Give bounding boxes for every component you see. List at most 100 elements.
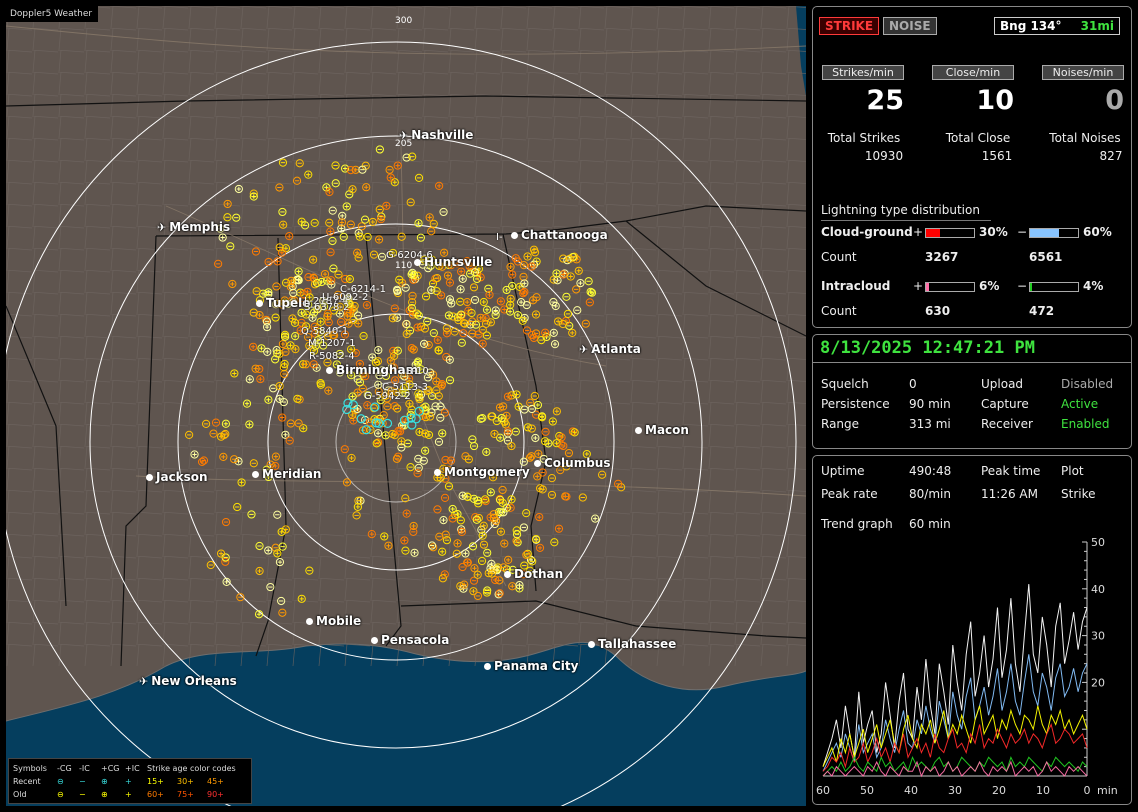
ring-label-110: 110 bbox=[395, 261, 413, 271]
city-columbus: Columbus bbox=[534, 456, 611, 470]
persistence-label: Persistence bbox=[821, 397, 890, 411]
city-dot-icon bbox=[146, 474, 153, 481]
peak-time-value: 11:26 AM bbox=[981, 487, 1038, 501]
city-panama-city: Panama City bbox=[484, 659, 578, 673]
storm-cell-label: M-1207-1 bbox=[308, 338, 356, 349]
city-memphis: ✈ Memphis bbox=[157, 220, 230, 234]
old-pos-ic-icon: + bbox=[125, 790, 132, 799]
city-dot-icon bbox=[434, 469, 441, 476]
strikes-per-min-value: 25 bbox=[866, 85, 904, 116]
x-axis-label: min bbox=[1097, 784, 1118, 797]
city-name: Columbus bbox=[544, 456, 611, 470]
age-60: 60+ bbox=[147, 790, 164, 799]
storm-cell-label: I- bbox=[496, 232, 503, 243]
x-tick-label: 10 bbox=[1036, 784, 1050, 797]
y-tick-label: 40 bbox=[1091, 583, 1105, 596]
lightning-map[interactable]: Doppler5 Weather 300 205 110 ✈ Nashville ✈… bbox=[6, 6, 806, 806]
distribution-title: Lightning type distribution bbox=[821, 203, 980, 217]
cg-neg-pct: 60% bbox=[1083, 225, 1112, 239]
airport-icon: ✈ bbox=[139, 675, 149, 688]
city-name: Nashville bbox=[411, 128, 474, 142]
noise-tag[interactable]: NOISE bbox=[883, 17, 937, 35]
city-dot-icon bbox=[635, 427, 642, 434]
cg-neg-bar-fill bbox=[1030, 229, 1059, 237]
y-tick-label: 30 bbox=[1091, 630, 1105, 643]
strikes-per-min-header: Strikes/min bbox=[822, 65, 904, 80]
trend-panel: Uptime 490:48 Peak time Plot Peak rate 8… bbox=[812, 455, 1132, 805]
airport-icon: ✈ bbox=[157, 221, 167, 234]
total-strikes-label: Total Strikes bbox=[827, 131, 901, 145]
squelch-value: 0 bbox=[909, 377, 917, 391]
total-noises-value: 827 bbox=[1099, 149, 1123, 163]
cg-minus: − bbox=[1017, 225, 1028, 239]
city-name: Jackson bbox=[156, 470, 208, 484]
close-per-min-header: Close/min bbox=[932, 65, 1014, 80]
capture-value: Active bbox=[1061, 397, 1099, 411]
strike-tag[interactable]: STRIKE bbox=[819, 17, 880, 35]
noises-per-min-value: 0 bbox=[1105, 85, 1124, 116]
city-name: Pensacola bbox=[381, 633, 450, 647]
legend-recent-label: Recent bbox=[13, 777, 41, 786]
recent-neg-cg-icon: ⊖ bbox=[57, 777, 64, 786]
squelch-label: Squelch bbox=[821, 377, 869, 391]
storm-cell-label: R-5082-4 bbox=[309, 351, 355, 362]
city-meridian: Meridian bbox=[252, 467, 321, 481]
ic-minus: − bbox=[1017, 279, 1028, 293]
cg-label: Cloud-ground bbox=[821, 225, 913, 239]
city-jackson: Jackson bbox=[146, 470, 208, 484]
receiver-label: Receiver bbox=[981, 417, 1033, 431]
recent-pos-ic-icon: + bbox=[125, 777, 132, 786]
age-15: 15+ bbox=[147, 777, 164, 786]
distance-value: 31mi bbox=[1080, 19, 1114, 33]
city-dot-icon bbox=[306, 618, 313, 625]
peak-rate-value: 80/min bbox=[909, 487, 951, 501]
trend-series-line-1 bbox=[822, 654, 1088, 772]
total-close-label: Total Close bbox=[945, 131, 1011, 145]
city-name: Panama City bbox=[494, 659, 579, 673]
trend-series-line-4 bbox=[822, 755, 1088, 777]
upload-value: Disabled bbox=[1061, 377, 1114, 391]
city-tupelo: Tupelo bbox=[256, 296, 311, 310]
plot-value[interactable]: Strike bbox=[1061, 487, 1096, 501]
city-dot-icon bbox=[504, 571, 511, 578]
age-90: 90+ bbox=[207, 790, 224, 799]
storm-cell-label: Q-5840-1 bbox=[301, 326, 349, 337]
system-status-panel: 8/13/2025 12:47:21 PM Squelch 0 Upload D… bbox=[812, 334, 1132, 449]
city-dot-icon bbox=[534, 460, 541, 467]
city-name: Memphis bbox=[169, 220, 231, 234]
y-tick-label: 20 bbox=[1091, 676, 1105, 689]
city-dothan: Dothan bbox=[504, 567, 563, 581]
city-name: Mobile bbox=[316, 614, 362, 628]
peak-time-label: Peak time bbox=[981, 464, 1041, 478]
x-tick-label: 20 bbox=[992, 784, 1006, 797]
uptime-label: Uptime bbox=[821, 464, 865, 478]
ic-neg-bar bbox=[1029, 282, 1079, 292]
city-name: Chattanooga bbox=[521, 228, 608, 242]
cg-pos-count: 3267 bbox=[925, 250, 959, 264]
symbol-legend: Symbols -CG -IC +CG +IC Strike age color… bbox=[8, 758, 252, 804]
city-nashville: ✈ Nashville bbox=[399, 128, 473, 142]
trend-graph-value[interactable]: 60 min bbox=[909, 517, 951, 531]
age-45: 45+ bbox=[207, 777, 224, 786]
x-tick-label: 50 bbox=[860, 784, 874, 797]
city-name: Macon bbox=[645, 423, 689, 437]
legend-col-pos-cg: +CG bbox=[101, 764, 120, 773]
strike-stats-panel: STRIKE NOISE Bng 134° 31mi Strikes/min C… bbox=[812, 6, 1132, 328]
old-neg-cg-icon: ⊖ bbox=[57, 790, 64, 799]
airport-icon: ✈ bbox=[579, 343, 589, 356]
ic-pos-bar-fill bbox=[926, 283, 929, 291]
city-tallahassee: Tallahassee bbox=[588, 637, 676, 651]
peak-rate-label: Peak rate bbox=[821, 487, 878, 501]
trend-graph-label: Trend graph bbox=[821, 517, 893, 531]
ic-pos-bar bbox=[925, 282, 975, 292]
y-tick-label: 50 bbox=[1091, 536, 1105, 549]
cg-neg-bar bbox=[1029, 228, 1079, 238]
ic-neg-bar-fill bbox=[1030, 283, 1032, 291]
total-strikes-value: 10930 bbox=[864, 149, 904, 163]
bearing-readout: Bng 134° 31mi bbox=[994, 17, 1120, 35]
storm-cell-label: S-10 bbox=[406, 366, 429, 377]
total-noises-label: Total Noises bbox=[1049, 131, 1121, 145]
cg-count-label: Count bbox=[821, 250, 857, 264]
city-name: Meridian bbox=[262, 467, 322, 481]
x-tick-label: 60 bbox=[816, 784, 830, 797]
